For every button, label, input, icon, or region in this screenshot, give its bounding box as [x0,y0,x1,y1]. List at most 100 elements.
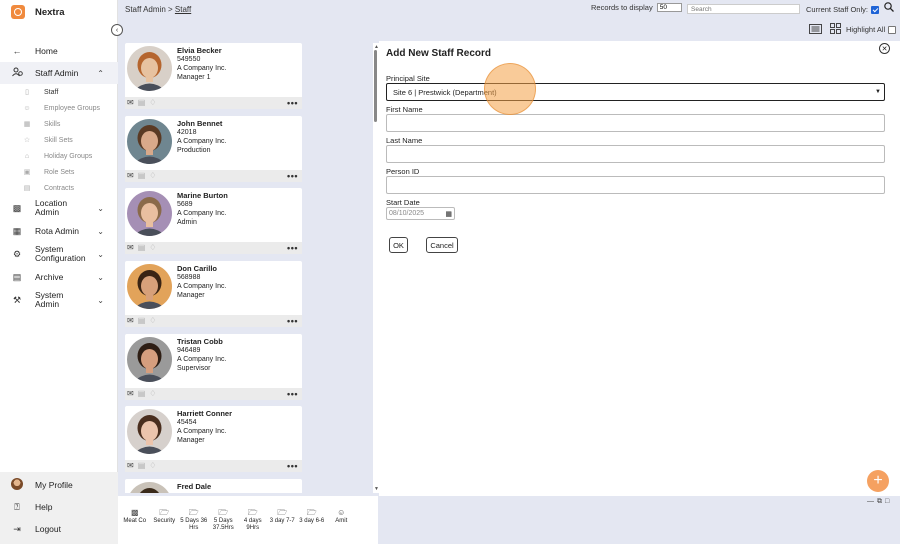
house-icon: ⌂ [24,152,30,160]
staff-name[interactable]: John Bennet [177,119,226,128]
sidebar-item-logout[interactable]: ⇥ Logout [0,518,118,540]
email-icon[interactable]: ✉ [127,99,134,107]
avatar [11,478,23,492]
staff-card[interactable]: Harriett Conner 45454 A Company Inc. Man… [125,406,302,473]
sms-icon[interactable]: ▤ [138,462,146,470]
bell-icon[interactable]: ♢ [149,99,156,107]
staff-name[interactable]: Harriett Conner [177,409,232,418]
sidebar-subitem-employee-groups[interactable]: ☺ Employee Groups [0,100,118,116]
staff-name[interactable]: Elvia Becker [177,46,226,55]
email-icon[interactable]: ✉ [127,317,134,325]
sms-icon[interactable]: ▤ [138,244,146,252]
sidebar-subitem-skill-sets[interactable]: ☆ Skill Sets [0,132,118,148]
bell-icon[interactable]: ♢ [149,462,156,470]
breadcrumb-current[interactable]: Staff [175,5,191,14]
person-id-field[interactable] [386,176,885,194]
sms-icon[interactable]: ▤ [138,99,146,107]
first-name-field[interactable] [386,114,885,132]
toolbar-item[interactable]: 🗁 3 day 7-7 [268,496,298,544]
email-icon[interactable]: ✉ [127,244,134,252]
sidebar-item-archive[interactable]: ▤ Archive ⌄ [0,266,118,288]
sidebar-item-location-admin[interactable]: ▩ Location Admin ⌄ [0,196,118,220]
toolbar-item[interactable]: 🗁 5 Days 36 Hrs [179,496,209,544]
sidebar-item-my-profile[interactable]: My Profile [0,474,118,496]
email-icon[interactable]: ✉ [127,171,134,180]
principal-site-select[interactable]: Site 6 | Prestwick (Department) ▼ [386,83,885,101]
sms-icon[interactable]: ▤ [138,317,146,325]
email-icon[interactable]: ✉ [127,462,134,470]
start-date-field[interactable]: 08/10/2025 ▦ [386,207,455,220]
sidebar-subitem-staff[interactable]: ▯ Staff [0,84,118,100]
more-options-icon[interactable]: ••• [287,389,298,399]
minimize-icon[interactable]: — [867,498,874,506]
staff-name[interactable]: Tristan Cobb [177,337,226,346]
toolbar-item[interactable]: ▩ Meat Co [120,496,150,544]
staff-card[interactable]: Tristan Cobb 946489 A Company Inc. Super… [125,333,302,400]
principal-site-value: Site 6 | Prestwick (Department) [393,87,497,97]
sidebar-subitem-skills[interactable]: ▦ Skills [0,116,118,132]
staff-card[interactable]: John Bennet 42018 A Company Inc. Product… [125,115,302,182]
more-options-icon[interactable]: ••• [287,98,298,108]
staff-id: 42018 [177,128,197,136]
sidebar-subitem-contracts[interactable]: ▤ Contracts [0,180,118,196]
sidebar-subitem-holiday-groups[interactable]: ⌂ Holiday Groups [0,148,118,164]
toolbar-item-label: 5 Days 36 Hrs [180,518,208,531]
staff-card[interactable]: Elvia Becker 549550 A Company Inc. Manag… [125,43,302,109]
app-name: Nextra [35,6,65,18]
sidebar-item-staff-admin[interactable]: Staff Admin ⌃ [0,62,118,84]
sidebar-item-home[interactable]: ← Home [0,40,118,62]
staff-card[interactable]: Fred Dale ✉ ▤ ♢ ••• [125,479,302,493]
toolbar-item[interactable]: 🗁 5 Days 37.5Hrs [209,496,239,544]
email-icon[interactable]: ✉ [127,389,134,398]
highlight-all-checkbox[interactable] [888,25,897,34]
toolbar-item[interactable]: 🗁 3 day 6-6 [297,496,327,544]
more-options-icon[interactable]: ••• [287,461,298,471]
sidebar-item-system-admin[interactable]: ⚒ System Admin ⌄ [0,288,118,312]
records-input[interactable] [656,3,682,12]
toolbar-item[interactable]: ☺ Amit [327,496,357,544]
breadcrumb-root[interactable]: Staff Admin [125,5,166,14]
bell-icon[interactable]: ♢ [149,389,156,398]
toolbar-item[interactable]: 🗁 Security [150,496,180,544]
list-view-icon[interactable] [809,23,822,34]
staff-name[interactable]: Marine Burton [177,191,228,200]
last-name-field[interactable] [386,145,885,163]
sidebar-subitem-role-sets[interactable]: ▣ Role Sets [0,164,118,180]
maximize-icon[interactable]: □ [885,498,889,506]
cancel-button[interactable]: Cancel [426,237,458,253]
ok-button[interactable]: OK [389,237,408,253]
sidebar-item-system-configuration[interactable]: ⚙ System Configuration ⌄ [0,242,118,266]
add-button[interactable]: + [867,470,889,492]
more-options-icon[interactable]: ••• [287,171,298,181]
sidebar-item-label: System Admin [35,290,64,309]
sidebar-item-help[interactable]: ⍰ Help [0,496,118,518]
scrollbar-thumb[interactable] [374,50,377,122]
restore-icon[interactable]: ⧉ [877,498,882,506]
search-input[interactable] [687,4,800,14]
bell-icon[interactable]: ♢ [149,171,156,180]
collapse-sidebar-icon[interactable]: ‹ [111,24,123,36]
more-options-icon[interactable]: ••• [287,316,298,326]
staff-card[interactable]: Don Carillo 568988 A Company Inc. Manage… [125,261,302,328]
document-icon: ▤ [23,185,31,192]
toolbar-item[interactable]: 🗁 4 days 9Hrs [238,496,268,544]
sms-icon[interactable]: ▤ [138,171,146,180]
staff-name[interactable]: Don Carillo [177,264,226,273]
calendar-icon[interactable]: ▦ [445,210,452,218]
close-icon[interactable]: ✕ [879,43,890,54]
arrow-left-icon: ← [12,46,22,56]
building-icon: ▩ [130,508,139,517]
bell-icon[interactable]: ♢ [149,317,156,325]
sms-icon[interactable]: ▤ [138,389,146,398]
grid-view-icon[interactable] [830,23,841,34]
sidebar-item-rota-admin[interactable]: ▦ Rota Admin ⌄ [0,220,118,242]
more-options-icon[interactable]: ••• [287,243,298,253]
first-name-label: First Name [386,105,423,114]
current-staff-checkbox[interactable] [870,5,879,14]
staff-role: Manager [177,437,205,445]
staff-name[interactable]: Fred Dale [177,482,211,491]
staff-card-actions: ✉ ▤ ♢ ••• [125,460,302,473]
staff-card[interactable]: Marine Burton 5689 A Company Inc. Admin … [125,188,302,255]
search-icon[interactable] [884,2,894,12]
bell-icon[interactable]: ♢ [149,244,156,252]
